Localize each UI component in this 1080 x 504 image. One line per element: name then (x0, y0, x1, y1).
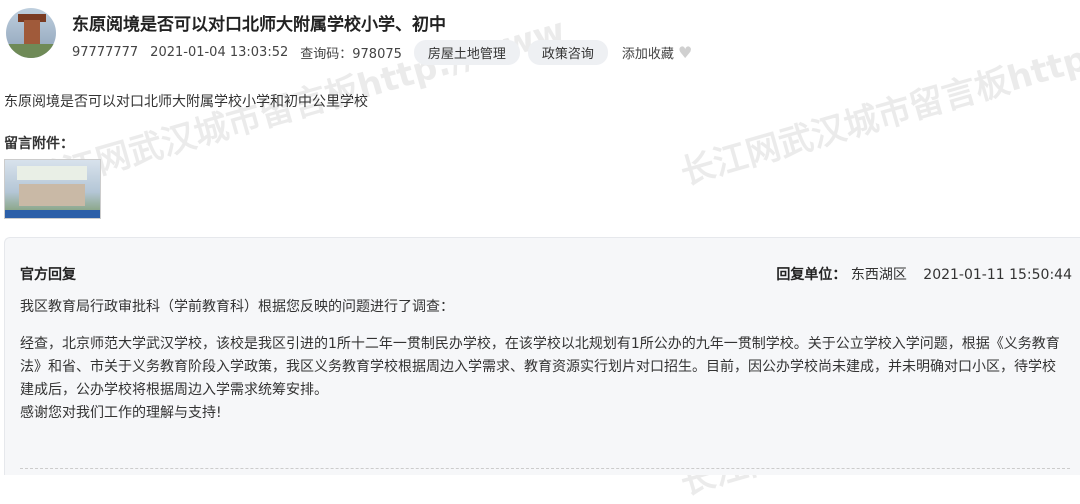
reply-paragraph: 感谢您对我们工作的理解与支持! (20, 405, 222, 421)
heart-icon[interactable]: ♥ (678, 44, 694, 60)
attachment-label: 留言附件： (4, 136, 74, 152)
reply-datetime: 2021-01-11 15:50:44 (923, 267, 1072, 283)
reply-title: 官方回复 (20, 267, 76, 283)
post-datetime: 2021-01-04 13:03:52 (150, 45, 289, 60)
user-id: 97777777 (72, 45, 139, 60)
reply-paragraph: 经查，北京师范大学武汉学校，该校是我区引进的1所十二年一贯制民办学校，在该学校以… (20, 336, 1060, 398)
divider (20, 468, 1070, 469)
reply-paragraph: 我区教育局行政审批科（学前教育科）根据您反映的问题进行了调查： (20, 299, 454, 315)
post-title: 东原阅境是否可以对口北师大附属学校小学、初中 (72, 15, 446, 35)
post-header: 东原阅境是否可以对口北师大附属学校小学、初中 97777777 2021-01-… (0, 0, 1080, 70)
official-reply-panel: 官方回复 回复单位： 东西湖区 2021-01-11 15:50:44 我区教育… (4, 237, 1080, 475)
avatar[interactable] (6, 8, 56, 58)
collect-button[interactable]: 添加收藏 (622, 43, 674, 62)
tag-land-management[interactable]: 房屋土地管理 (413, 40, 520, 65)
post-content: 东原阅境是否可以对口北师大附属学校小学和初中公里学校 (4, 94, 368, 110)
reply-unit-label: 回复单位： (776, 267, 847, 283)
reply-unit-info: 回复单位： 东西湖区 2021-01-11 15:50:44 (776, 264, 1072, 284)
reply-body: 我区教育局行政审批科（学前教育科）根据您反映的问题进行了调查： 经查，北京师范大… (20, 296, 1060, 425)
reply-unit: 东西湖区 (850, 267, 907, 283)
tag-policy-consult[interactable]: 政策咨询 (527, 40, 608, 65)
attachment-image[interactable] (4, 159, 101, 219)
post-meta: 97777777 2021-01-04 13:03:52 查询码：978075 … (72, 40, 706, 65)
query-code: 查询码：978075 (300, 47, 402, 62)
